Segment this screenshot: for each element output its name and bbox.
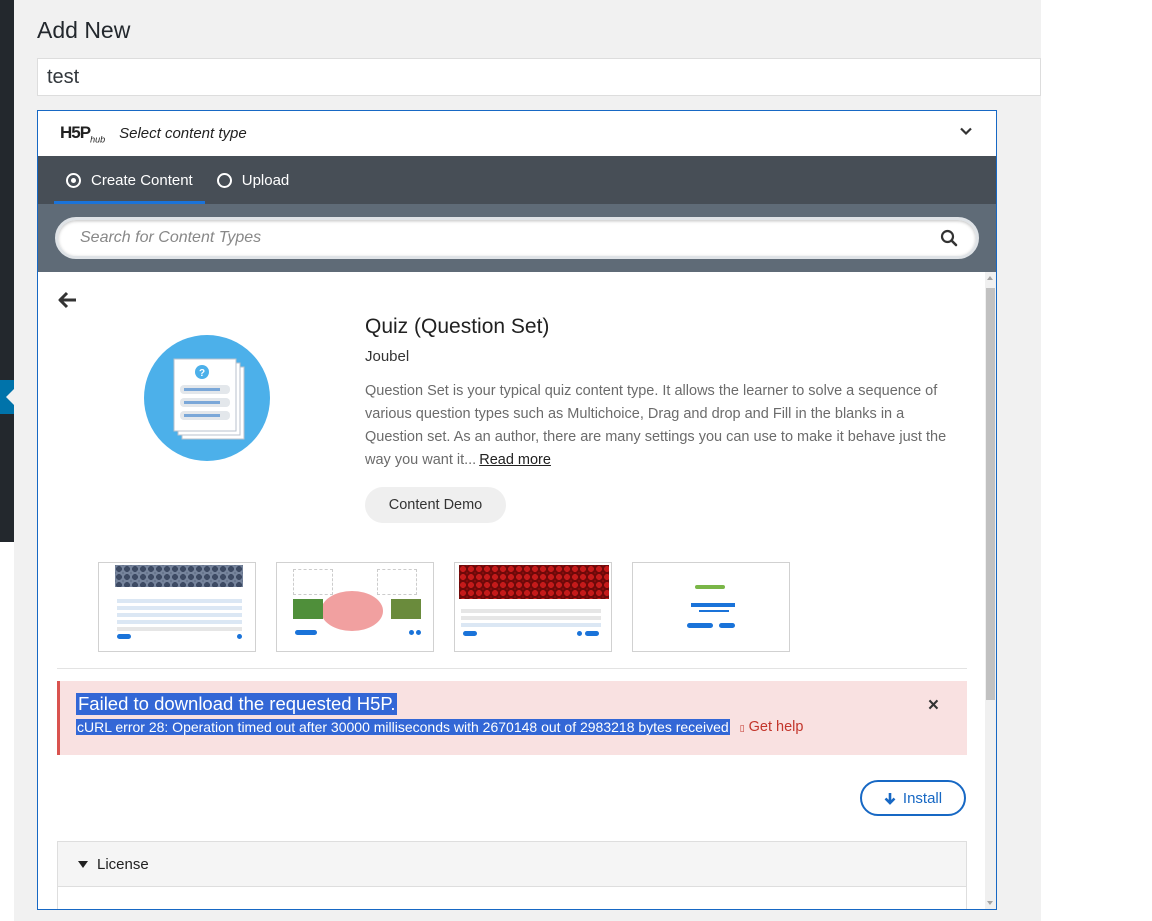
tab-label: Upload	[241, 171, 290, 189]
h5p-hub: H5Phub Select content type Create Conten…	[37, 110, 997, 910]
content-demo-button[interactable]: Content Demo	[365, 487, 506, 523]
scroll-up-icon[interactable]	[987, 276, 993, 280]
license-toggle[interactable]: License	[58, 842, 966, 887]
download-arrow-icon	[884, 792, 896, 805]
tab-label: Create Content	[91, 171, 193, 189]
install-button[interactable]: Install	[860, 780, 966, 816]
question-set-icon: ?	[173, 358, 245, 440]
title-input[interactable]	[37, 58, 1041, 96]
screenshot-thumbnail[interactable]	[276, 562, 434, 652]
content-type-owner: Joubel	[365, 348, 410, 365]
page-title: Add New	[37, 17, 131, 43]
search-icon[interactable]	[940, 229, 958, 247]
hub-tabs: Create Content Upload	[38, 156, 996, 204]
chevron-down-icon[interactable]	[960, 125, 972, 137]
screenshot-thumbnail[interactable]	[632, 562, 790, 652]
content-type-description: Question Set is your typical quiz conten…	[365, 380, 960, 472]
scrollbar[interactable]	[985, 272, 996, 909]
page: Add New H5Phub Select content type Creat…	[0, 0, 1152, 921]
right-blank-area	[1041, 0, 1152, 921]
svg-text:?: ?	[199, 368, 205, 379]
admin-sidebar	[0, 0, 14, 542]
search-bar	[38, 204, 996, 272]
get-help-label: Get help	[748, 719, 804, 735]
get-help-link[interactable]: ▯ Get help	[740, 719, 804, 735]
content-type-title: Quiz (Question Set)	[365, 315, 550, 338]
error-title: Failed to download the requested H5P.	[76, 693, 398, 715]
select-content-type-label: Select content type	[119, 125, 247, 142]
license-label: License	[97, 855, 149, 873]
tab-upload[interactable]: Upload	[205, 156, 302, 204]
description-text: Question Set is your typical quiz conten…	[365, 383, 947, 468]
license-panel: License	[57, 841, 967, 909]
read-more-link[interactable]: Read more	[479, 452, 551, 468]
scrollbar-thumb[interactable]	[986, 288, 995, 700]
caret-down-icon	[78, 860, 88, 868]
hub-header[interactable]: H5Phub Select content type	[38, 111, 996, 156]
back-arrow-icon[interactable]	[58, 291, 78, 309]
search-input[interactable]	[80, 229, 954, 247]
screenshot-thumbnail[interactable]	[454, 562, 612, 652]
content-type-icon: ?	[144, 335, 270, 461]
close-icon[interactable]: ×	[928, 695, 939, 717]
tab-create-content[interactable]: Create Content	[54, 156, 205, 204]
screenshot-gallery	[98, 562, 790, 652]
error-detail-line: cURL error 28: Operation timed out after…	[76, 719, 951, 735]
content-type-detail: ? Quiz (Question Set) Joubel Question Se…	[38, 272, 996, 909]
radio-unselected-icon	[216, 172, 232, 188]
radio-selected-icon	[66, 172, 81, 188]
error-message-box: Failed to download the requested H5P. cU…	[57, 681, 967, 755]
search-box	[55, 217, 979, 259]
h5p-hub-logo: H5Phub	[60, 122, 106, 145]
current-menu-indicator	[0, 380, 14, 414]
divider	[57, 668, 967, 669]
help-icon: ▯	[739, 723, 745, 733]
install-label: Install	[902, 789, 943, 807]
error-detail: cURL error 28: Operation timed out after…	[76, 719, 730, 735]
screenshot-thumbnail[interactable]	[98, 562, 256, 652]
scroll-down-icon[interactable]	[987, 901, 993, 905]
